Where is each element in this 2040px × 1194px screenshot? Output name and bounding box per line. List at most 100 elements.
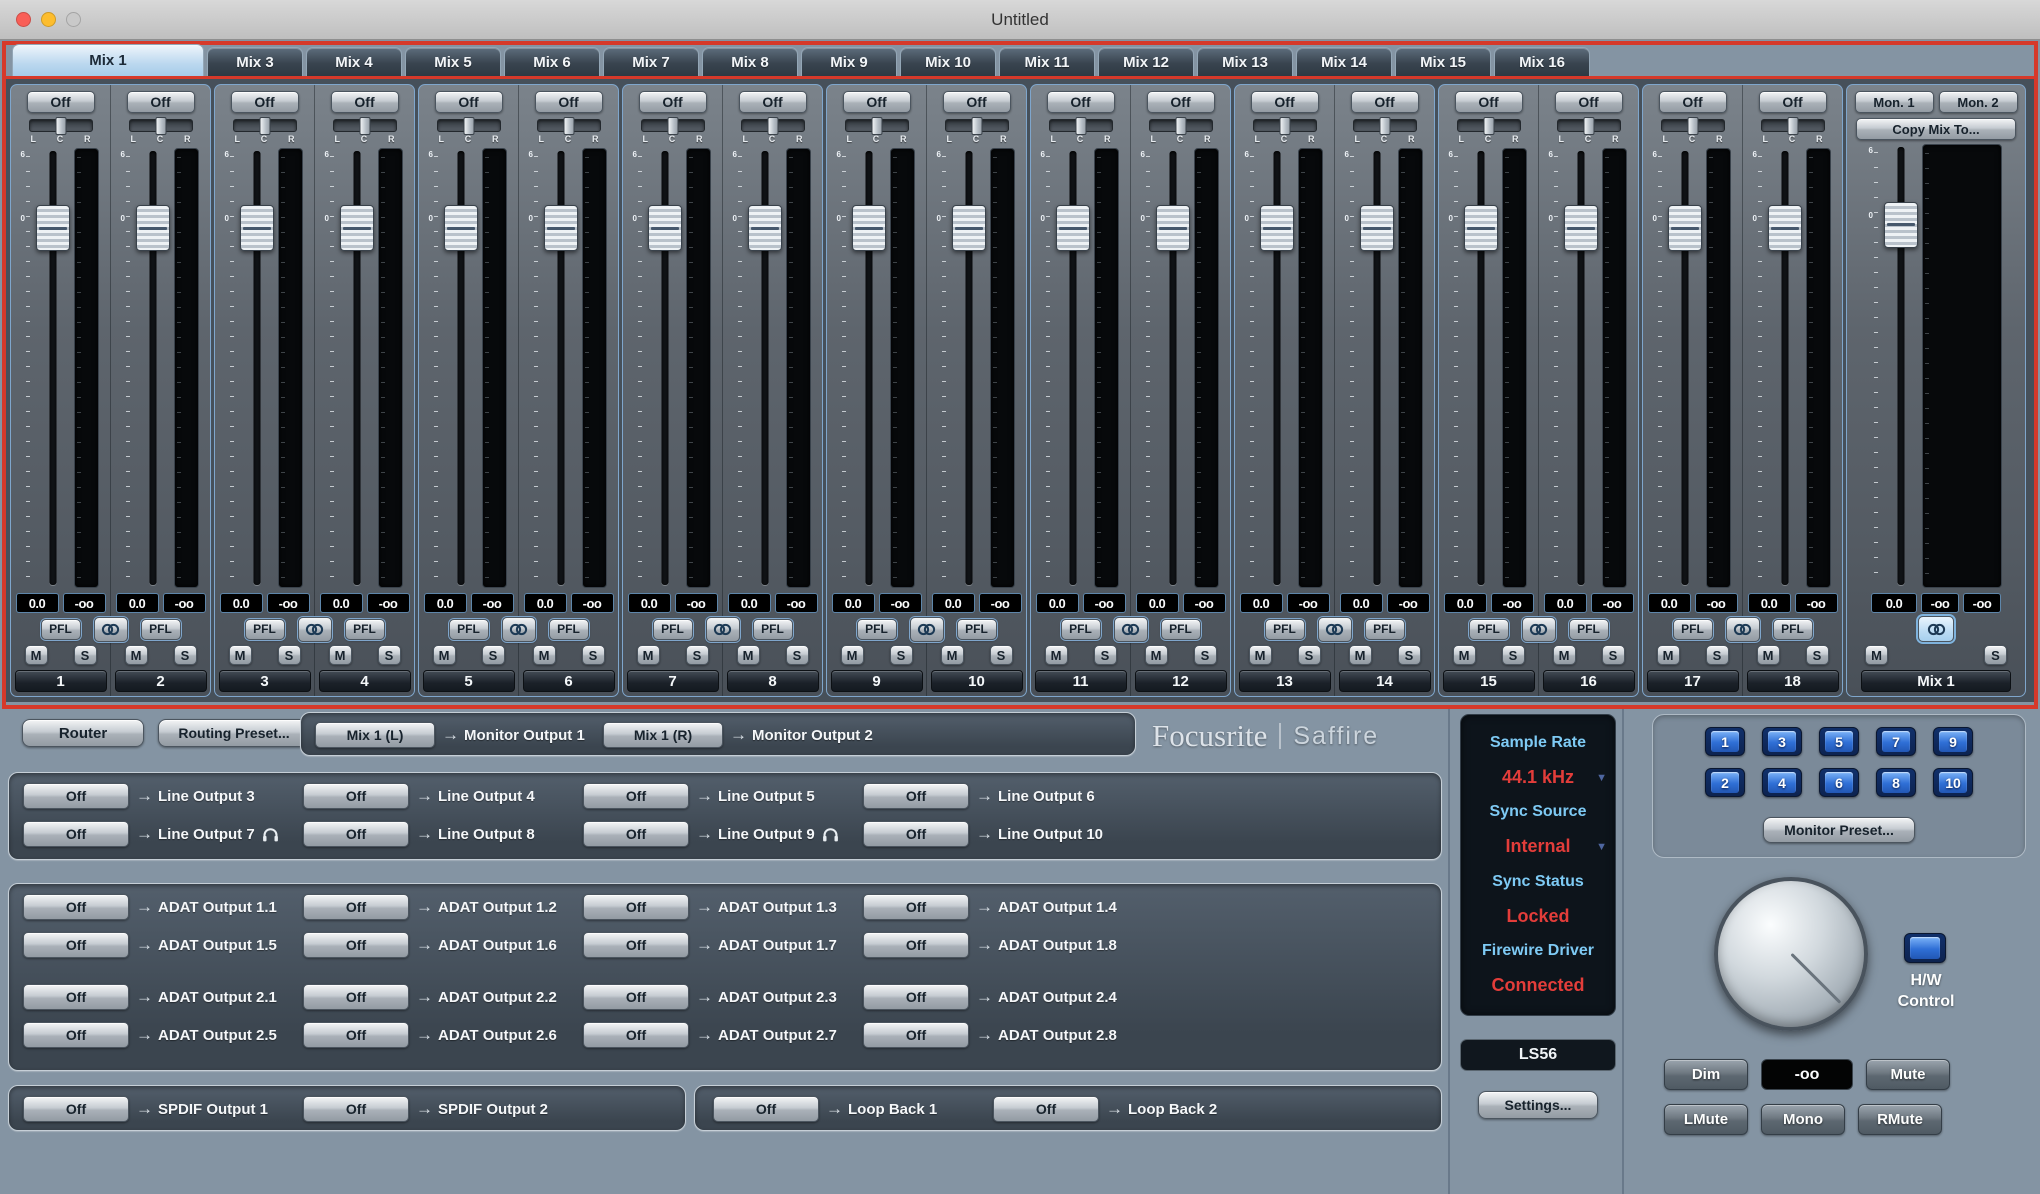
channel-fader[interactable] [1155,148,1191,588]
monitor-volume-knob[interactable] [1714,877,1868,1031]
solo-button[interactable]: S [1194,645,1217,665]
mute-button[interactable]: M [941,645,964,665]
pan-slider[interactable] [333,119,397,132]
routing-source-button[interactable]: Off [303,1022,409,1048]
pfl-button[interactable]: PFL [345,619,385,640]
pan-thumb[interactable] [563,117,574,135]
pan-slider[interactable] [1353,119,1417,132]
fader-thumb[interactable] [444,205,478,251]
solo-button[interactable]: S [74,645,97,665]
pan-thumb[interactable] [871,117,882,135]
fader-thumb[interactable] [748,205,782,251]
fader-thumb[interactable] [1056,205,1090,251]
mono-button[interactable]: Mono [1761,1104,1845,1135]
input-source-button[interactable]: Off [943,91,1011,113]
pan-slider[interactable] [537,119,601,132]
input-source-button[interactable]: Off [1147,91,1215,113]
mute-button[interactable]: M [229,645,252,665]
pan-slider[interactable] [1049,119,1113,132]
rmute-button[interactable]: RMute [1858,1104,1942,1135]
solo-button[interactable]: S [890,645,913,665]
monitor-select-10-button[interactable]: 10 [1933,768,1973,797]
fader-thumb[interactable] [852,205,886,251]
routing-source-button[interactable]: Off [583,783,689,809]
solo-button[interactable]: S [686,645,709,665]
fader-thumb[interactable] [136,205,170,251]
solo-button[interactable]: S [582,645,605,665]
routing-source-button[interactable]: Off [303,1096,409,1122]
tab-mix-13[interactable]: Mix 13 [1197,47,1293,76]
sample-rate-value[interactable]: 44.1 kHz ▼ [1461,767,1615,788]
fader-thumb[interactable] [1360,205,1394,251]
routing-source-button[interactable]: Off [863,932,969,958]
mute-button[interactable]: M [25,645,48,665]
fader-thumb[interactable] [648,205,682,251]
tab-mix-9[interactable]: Mix 9 [801,47,897,76]
channel-fader[interactable] [443,148,479,588]
monitor-select-4-button[interactable]: 4 [1762,768,1802,797]
pan-thumb[interactable] [55,117,66,135]
pan-slider[interactable] [1149,119,1213,132]
tab-mix-15[interactable]: Mix 15 [1395,47,1491,76]
stereo-link-button[interactable] [502,617,536,642]
monitor-preset-button[interactable]: Monitor Preset... [1763,817,1915,843]
input-source-button[interactable]: Off [1251,91,1319,113]
pan-thumb[interactable] [1583,117,1594,135]
monitor-1-button[interactable]: Mon. 1 [1855,91,1934,113]
input-source-button[interactable]: Off [435,91,503,113]
solo-button[interactable]: S [1398,645,1421,665]
routing-source-button[interactable]: Off [303,783,409,809]
pfl-button[interactable]: PFL [857,619,897,640]
pan-thumb[interactable] [1075,117,1086,135]
pan-thumb[interactable] [971,117,982,135]
pfl-button[interactable]: PFL [653,619,693,640]
tab-mix-10[interactable]: Mix 10 [900,47,996,76]
channel-fader[interactable] [239,148,275,588]
pan-slider[interactable] [845,119,909,132]
stereo-link-button[interactable] [910,617,944,642]
solo-button[interactable]: S [786,645,809,665]
pfl-button[interactable]: PFL [1265,619,1305,640]
input-source-button[interactable]: Off [1759,91,1827,113]
pfl-button[interactable]: PFL [1773,619,1813,640]
routing-source-button[interactable]: Off [863,1022,969,1048]
input-source-button[interactable]: Off [231,91,299,113]
pan-thumb[interactable] [1687,117,1698,135]
fader-thumb[interactable] [1768,205,1802,251]
pfl-button[interactable]: PFL [957,619,997,640]
pan-slider[interactable] [1457,119,1521,132]
solo-button[interactable]: S [1502,645,1525,665]
pan-thumb[interactable] [1175,117,1186,135]
fader-thumb[interactable] [1884,202,1918,248]
master-mute-button[interactable]: M [1865,645,1888,665]
routing-source-button[interactable]: Off [23,1022,129,1048]
router-button[interactable]: Router [22,719,144,747]
mute-button[interactable]: M [1349,645,1372,665]
stereo-link-button[interactable] [1114,617,1148,642]
mute-button[interactable]: M [125,645,148,665]
channel-fader[interactable] [951,148,987,588]
pan-thumb[interactable] [155,117,166,135]
input-source-button[interactable]: Off [1047,91,1115,113]
close-button[interactable] [16,12,31,27]
routing-source-button[interactable]: Off [23,984,129,1010]
input-source-button[interactable]: Off [739,91,807,113]
tab-mix-6[interactable]: Mix 6 [504,47,600,76]
pan-slider[interactable] [233,119,297,132]
mute-button[interactable]: M [1553,645,1576,665]
pan-thumb[interactable] [767,117,778,135]
pfl-button[interactable]: PFL [41,619,81,640]
fader-thumb[interactable] [1260,205,1294,251]
routing-source-button[interactable]: Off [303,984,409,1010]
mute-button[interactable]: M [1453,645,1476,665]
channel-fader[interactable] [35,148,71,588]
monitor-select-7-button[interactable]: 7 [1876,727,1916,756]
channel-fader[interactable] [1055,148,1091,588]
input-source-button[interactable]: Off [1455,91,1523,113]
input-source-button[interactable]: Off [639,91,707,113]
fader-thumb[interactable] [952,205,986,251]
channel-fader[interactable] [543,148,579,588]
pan-thumb[interactable] [259,117,270,135]
mute-button[interactable]: M [1657,645,1680,665]
pan-slider[interactable] [1557,119,1621,132]
